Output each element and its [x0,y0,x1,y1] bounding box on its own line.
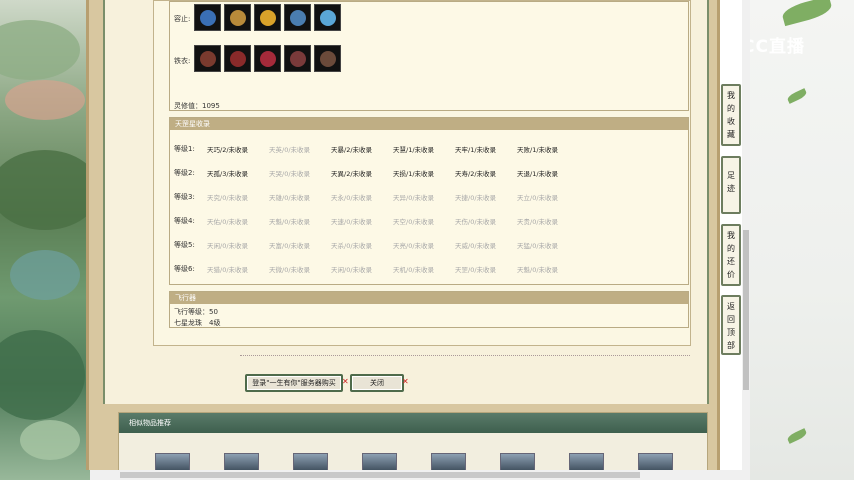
equipment-box: 容止: 铁衣: 灵修值：1095 [169,1,689,111]
star-cell: 天闲/0/未收录 [331,266,373,274]
star-cell: 天雄/0/未收录 [269,194,311,202]
star-cell: 天威/0/未收录 [455,242,497,250]
horizontal-scroll-thumb[interactable] [120,472,640,478]
sidebar-label: 我的收藏 [727,91,735,139]
star-cell: 天究/0/未收录 [207,194,249,202]
star-collection-box: 天罡星收录 等级1: 天巧/2/未收录 天英/0/未收录 天暴/2/未收录 天慧/1/未… [169,117,689,285]
armor-icon[interactable] [314,45,341,72]
shield-icon[interactable] [194,45,221,72]
star-cell: 天异/0/未收录 [393,194,435,202]
related-items-section: 相似物品推荐 [118,412,708,473]
star-cell: 天立/0/未收录 [517,194,559,202]
sidebar-item-favorites[interactable]: 我的收藏 [721,84,741,146]
star-cell: 天伤/0/未收录 [455,218,497,226]
star-level-label: 等级5: [174,241,195,249]
bag-icon[interactable] [194,4,221,31]
star-cell: 天微/0/未收录 [269,266,311,274]
flight-title: 飞行器 [170,292,688,304]
login-close-icon[interactable]: ✕ [342,377,349,386]
star-level-label: 等级3: [174,193,195,201]
star-cell: 天孤/3/未收录 [207,170,249,178]
close-button[interactable]: 关闭 [350,374,404,392]
logo-text: CC直播 [742,37,805,57]
star-cell: 天魁/0/未收录 [269,218,311,226]
star-cell: 天损/1/未收录 [393,170,435,178]
rongzhi-label: 容止: [174,15,191,23]
star-cell: 天空/0/未收录 [393,218,435,226]
dotted-divider [240,355,690,356]
item-detail-frame: 容止: 铁衣: 灵修值：1095 天罡星收录 等级1: 天巧/2/未收录 天英/0/… [86,0,720,470]
red-ring-icon[interactable] [254,45,281,72]
scenic-background-left [0,0,90,480]
star-cell: 天退/1/未收录 [517,170,559,178]
star-cell: 天永/0/未收录 [331,194,373,202]
star-cell: 天猎/0/未收录 [207,266,249,274]
tieyi-label: 铁衣: [174,57,191,65]
star-cell: 天牢/1/未收录 [455,146,497,154]
star-cell: 天哭/0/未收录 [269,170,311,178]
sidebar-item-back-to-top[interactable]: 返回顶部 [721,295,741,355]
star-level-label: 等级4: [174,217,195,225]
flight-item: 七星龙珠 4级 [174,319,221,327]
vertical-scroll-thumb[interactable] [743,230,749,390]
item-detail-inner: 容止: 铁衣: 灵修值：1095 天罡星收录 等级1: 天巧/2/未收录 天英/0/… [103,0,709,404]
sidebar-label: 足迹 [727,171,735,193]
scenic-background-right [742,0,854,480]
sidebar-item-history[interactable]: 足迹 [721,156,741,214]
star-cell: 天富/0/未收录 [269,242,311,250]
star-cell: 天罡/0/未收录 [455,266,497,274]
star-level-label: 等级2: [174,169,195,177]
star-cell: 天英/0/未收录 [269,146,311,154]
cc-live-logo: CC直播 [716,32,805,57]
related-items-title: 相似物品推荐 [119,413,707,433]
star-level-label: 等级1: [174,145,195,153]
star-level-label: 等级6: [174,265,195,273]
star-cell: 天佑/0/未收录 [207,218,249,226]
crystal-icon[interactable] [314,4,341,31]
star-cell: 天亮/0/未收录 [393,242,435,250]
star-cell: 天慧/1/未收录 [393,146,435,154]
spirit-value: 灵修值：1095 [174,102,220,110]
login-buy-button[interactable]: 登录"一生有你"服务器购买 [245,374,343,392]
flight-level: 飞行等级：50 [174,308,218,316]
character-info-panel: 容止: 铁衣: 灵修值：1095 天罡星收录 等级1: 天巧/2/未收录 天英/0/… [153,0,691,346]
star-cell: 天速/0/未收录 [331,218,373,226]
gem-icon[interactable] [284,4,311,31]
star-cell: 天败/1/未收录 [517,146,559,154]
spear-icon[interactable] [224,4,251,31]
sidebar-label: 返回顶部 [727,302,735,350]
star-cell: 天巧/2/未收录 [207,146,249,154]
star-collection-title: 天罡星收录 [170,118,688,130]
sidebar-item-bargain[interactable]: 我的还价 [721,224,741,286]
gold-ring-icon[interactable] [254,4,281,31]
star-cell: 天猛/0/未收录 [517,242,559,250]
star-cell: 天闲/0/未收录 [207,242,249,250]
star-cell: 天机/0/未收录 [393,266,435,274]
ring-icon[interactable] [224,45,251,72]
star-cell: 天贵/0/未收录 [517,218,559,226]
star-cell: 天杀/0/未收录 [331,242,373,250]
flight-box: 飞行器 飞行等级：50 七星龙珠 4级 [169,291,689,328]
staff-icon[interactable] [284,45,311,72]
star-cell: 天捷/0/未收录 [455,194,497,202]
close-x-icon[interactable]: ✕ [402,377,409,386]
sidebar-label: 我的还价 [727,231,735,279]
star-cell: 天異/2/未收录 [331,170,373,178]
right-sidebar: 我的收藏 足迹 我的还价 返回顶部 [721,80,741,355]
star-cell: 天魁/0/未收录 [517,266,559,274]
star-cell: 天暴/2/未收录 [331,146,373,154]
star-cell: 天寿/2/未收录 [455,170,497,178]
